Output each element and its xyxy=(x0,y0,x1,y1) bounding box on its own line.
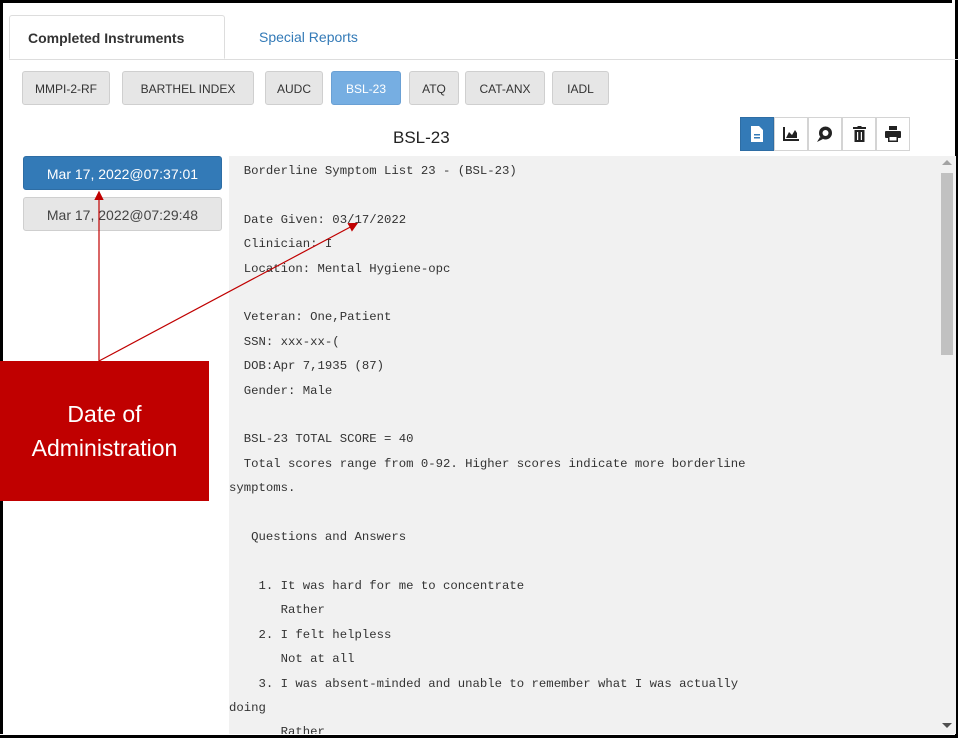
report-line: SSN: xxx-xx-( xyxy=(229,334,340,349)
report-line: symptoms. xyxy=(229,481,296,496)
print-icon xyxy=(885,126,901,142)
date-item[interactable]: Mar 17, 2022@07:29:48 xyxy=(23,197,222,231)
instrument-tab[interactable]: IADL xyxy=(552,71,609,105)
scroll-down-icon[interactable] xyxy=(942,723,952,728)
report-text: Borderline Symptom List 23 - (BSL-23) Da… xyxy=(229,159,746,734)
instrument-tab-selected[interactable]: BSL-23 xyxy=(331,71,401,105)
report-line: doing xyxy=(229,700,266,715)
date-item-selected[interactable]: Mar 17, 2022@07:37:01 xyxy=(23,156,222,190)
report-line: Veteran: One,Patient xyxy=(229,310,392,325)
report-line: Rather xyxy=(229,725,325,734)
report-line: Total scores range from 0-92. Higher sco… xyxy=(229,456,746,471)
print-button[interactable] xyxy=(876,117,910,151)
report-line: Location: Mental Hygiene-opc xyxy=(229,261,451,276)
report-toolbar xyxy=(740,117,940,153)
tab-completed-instruments[interactable]: Completed Instruments xyxy=(9,15,225,59)
view-chart-button[interactable] xyxy=(774,117,808,151)
scrollbar-thumb[interactable] xyxy=(941,173,953,355)
report-panel[interactable]: Borderline Symptom List 23 - (BSL-23) Da… xyxy=(229,156,956,734)
report-line: Rather xyxy=(229,603,325,618)
top-tabs: Completed Instruments Special Reports xyxy=(9,15,958,60)
report-line: DOB:Apr 7,1935 (87) xyxy=(229,359,384,374)
view-report-button[interactable] xyxy=(740,117,774,151)
report-line: 3. I was absent-minded and unable to rem… xyxy=(229,676,739,691)
scrollbar[interactable] xyxy=(939,156,956,734)
callout-line: Administration xyxy=(31,435,178,461)
report-line: 1. It was hard for me to concentrate xyxy=(229,578,525,593)
instrument-tab[interactable]: MMPI-2-RF xyxy=(22,71,110,105)
instrument-tab[interactable]: CAT-ANX xyxy=(465,71,545,105)
annotation-callout: Date of Administration xyxy=(0,361,209,501)
report-line: Borderline Symptom List 23 - (BSL-23) xyxy=(229,164,517,178)
report-line: Clinician: I xyxy=(229,237,333,252)
report-line: Date Given: 03/17/2022 xyxy=(229,212,407,227)
chart-icon xyxy=(783,127,799,141)
instrument-tab[interactable]: BARTHEL INDEX xyxy=(122,71,254,105)
trash-icon xyxy=(852,126,866,142)
instrument-tab[interactable]: ATQ xyxy=(409,71,459,105)
report-line: Gender: Male xyxy=(229,383,333,398)
report-icon xyxy=(751,126,763,142)
scroll-up-icon[interactable] xyxy=(942,160,952,165)
delete-button[interactable] xyxy=(842,117,876,151)
comment-button[interactable] xyxy=(808,117,842,151)
instrument-tab[interactable]: AUDC xyxy=(265,71,323,105)
report-line: 2. I felt helpless xyxy=(229,627,392,642)
report-line: BSL-23 TOTAL SCORE = 40 xyxy=(229,432,414,447)
report-line: Questions and Answers xyxy=(229,530,407,545)
report-line: Not at all xyxy=(229,652,355,667)
tab-special-reports[interactable]: Special Reports xyxy=(241,15,376,59)
callout-line: Date of xyxy=(67,401,142,427)
comment-icon xyxy=(817,126,832,142)
report-title: BSL-23 xyxy=(393,128,450,147)
